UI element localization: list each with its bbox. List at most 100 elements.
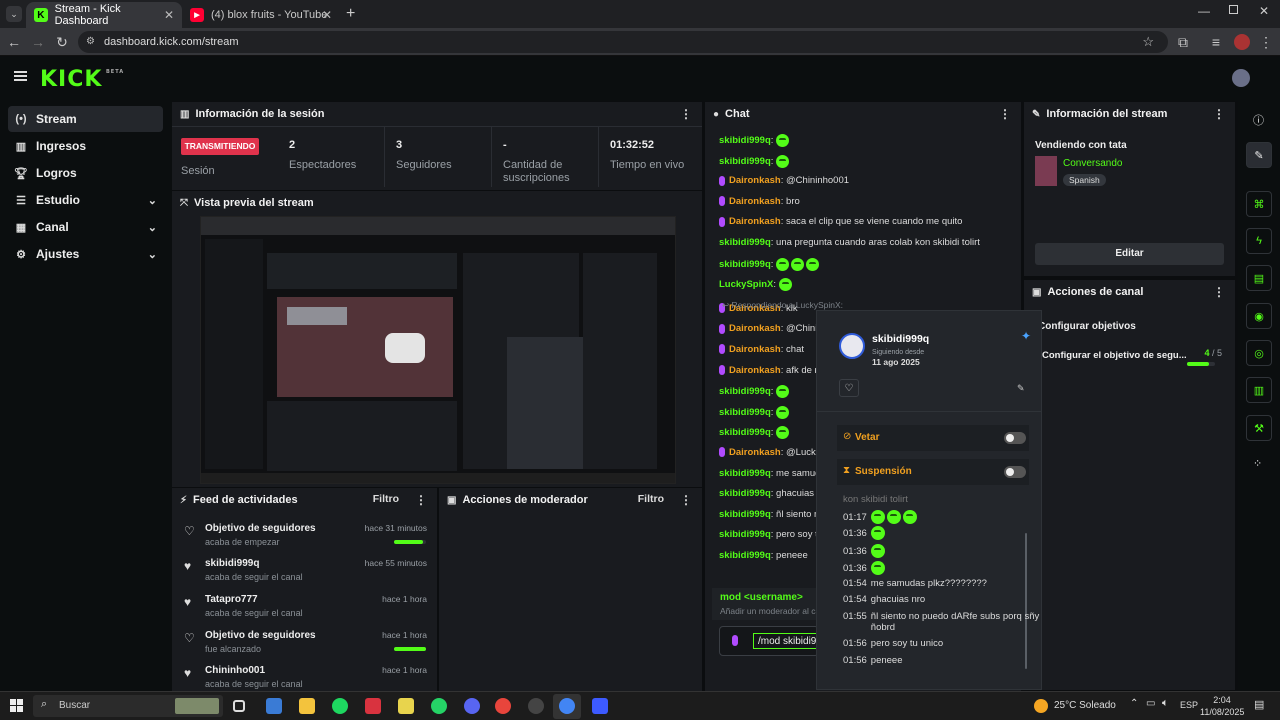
app-red-icon[interactable]	[365, 698, 381, 714]
chat-message[interactable]: Daironkash: chat	[719, 344, 804, 355]
chat-input-box[interactable]: /mod skibidi9	[719, 626, 822, 656]
chat-username[interactable]: skibidi999q	[719, 509, 771, 520]
chat-username[interactable]: skibidi999q	[719, 237, 771, 248]
timeout-toggle[interactable]	[1004, 466, 1026, 478]
heart-button[interactable]: ♡	[839, 379, 859, 397]
site-info-icon[interactable]: ⚙	[86, 31, 95, 53]
chat-message[interactable]: Daironkash: saca el clip que se viene cu…	[719, 216, 962, 227]
tab-youtube[interactable]: ▶ (4) blox fruits - YouTube ✕	[182, 2, 340, 28]
clock-date[interactable]: 11/08/2025	[1200, 707, 1244, 717]
chat-message[interactable]: Daironkash: bro	[719, 196, 800, 207]
chat-username[interactable]: skibidi999q	[719, 488, 771, 499]
chat-username[interactable]: Daironkash	[729, 365, 781, 376]
notifications-icon[interactable]: ▤	[1254, 698, 1264, 711]
tab-list-button[interactable]: ⌄	[6, 6, 22, 22]
filter-button[interactable]: Filtro	[638, 493, 664, 505]
sidebar-item-logros[interactable]: 🏆︎ Logros	[8, 160, 163, 186]
sidebar-item-ajustes[interactable]: ⚙ Ajustes ⌄	[8, 241, 163, 267]
filter-button[interactable]: Filtro	[373, 493, 399, 505]
chat-username[interactable]: Daironkash	[729, 323, 781, 334]
chat-message[interactable]: skibidi999q:	[719, 405, 791, 419]
profile-avatar[interactable]	[1234, 34, 1250, 50]
close-window-button[interactable]: ✕	[1259, 4, 1269, 18]
command-suggestion[interactable]: mod <username> Añadir un moderador al ca…	[712, 588, 832, 620]
kick-logo[interactable]: KICK BETA	[40, 67, 123, 92]
store-icon[interactable]	[266, 698, 282, 714]
chat-message[interactable]: skibidi999q: pero soy t	[719, 529, 818, 540]
network-icon[interactable]: ▭	[1146, 698, 1155, 709]
chat-message[interactable]: skibidi999q:	[719, 154, 791, 168]
whatsapp-icon[interactable]	[431, 698, 447, 714]
chat-message[interactable]: skibidi999q:	[719, 257, 821, 271]
forward-icon[interactable]: →	[30, 34, 46, 50]
menu-icon[interactable]: ⋮	[1258, 34, 1274, 51]
chat-username[interactable]: Daironkash	[729, 344, 781, 355]
new-tab-button[interactable]: +	[346, 5, 355, 23]
taskbar-search[interactable]: ⌕ Buscar	[33, 695, 223, 717]
sidebar-item-stream[interactable]: (•) Stream	[8, 106, 163, 132]
layout-icon[interactable]: ▥	[1246, 377, 1272, 403]
file-explorer-icon[interactable]	[299, 698, 315, 714]
reload-icon[interactable]: ↻	[54, 34, 70, 51]
more-options-icon[interactable]: ⋮	[1213, 107, 1225, 121]
edit-pencil-icon[interactable]: ✎	[1017, 383, 1025, 394]
chat-message[interactable]: Daironkash: afk de r	[719, 365, 818, 376]
bookmark-star-icon[interactable]: ☆	[1142, 31, 1154, 53]
chrome-active-icon[interactable]	[559, 698, 575, 714]
goal-row[interactable]: Configurar el objetivo de segu... 4 / 5	[1042, 348, 1222, 370]
chat-message[interactable]: skibidi999q:	[719, 134, 791, 147]
spotify-icon[interactable]	[332, 698, 348, 714]
chat-username[interactable]: skibidi999q	[719, 407, 771, 418]
chat-username[interactable]: Daironkash	[729, 196, 781, 207]
chat-message[interactable]: LuckySpinX:	[719, 278, 794, 292]
chat-username[interactable]: skibidi999q	[719, 135, 771, 146]
user-avatar[interactable]	[1232, 69, 1250, 87]
chat-username[interactable]: skibidi999q	[719, 529, 771, 540]
more-options-icon[interactable]: ⋮	[999, 107, 1011, 121]
chat-username[interactable]: skibidi999q	[719, 427, 771, 438]
chat-icon[interactable]: ◉	[1246, 303, 1272, 329]
chat-message[interactable]: Daironkash: @Chini	[719, 323, 817, 334]
chat-message[interactable]: skibidi999q: ñl siento n	[719, 509, 819, 520]
clip-icon[interactable]: ⌘	[1246, 191, 1272, 217]
app-blue-icon[interactable]	[592, 698, 608, 714]
chat-username[interactable]: skibidi999q	[719, 156, 771, 167]
chat-username[interactable]: skibidi999q	[719, 386, 771, 397]
clock-time[interactable]: 2:04	[1206, 695, 1238, 705]
configure-goals[interactable]: Configurar objetivos	[1038, 321, 1136, 332]
more-options-icon[interactable]: ⋮	[415, 493, 427, 507]
chat-username[interactable]: Daironkash	[729, 447, 781, 458]
notes-icon[interactable]	[398, 698, 414, 714]
sidebar-item-canal[interactable]: ▦ Canal ⌄	[8, 214, 163, 240]
info-icon[interactable]: ⓘ	[1253, 112, 1264, 128]
edit-button[interactable]: Editar	[1035, 243, 1224, 265]
broadcast-icon[interactable]: ◎	[1246, 340, 1272, 366]
chat-username[interactable]: skibidi999q	[719, 550, 771, 561]
chat-message[interactable]: skibidi999q: me samud	[719, 468, 820, 479]
media-icon[interactable]: ≡	[1208, 34, 1224, 50]
more-options-icon[interactable]: ⋮	[680, 107, 692, 121]
sidebar-item-estudio[interactable]: ☰ Estudio ⌄	[8, 187, 163, 213]
bolt-icon[interactable]: ϟ	[1246, 228, 1272, 254]
close-icon[interactable]: ✕	[164, 8, 174, 22]
document-icon[interactable]: ▤	[1246, 265, 1272, 291]
windows-start-icon[interactable]	[10, 699, 23, 712]
pin-icon[interactable]: ✦	[1021, 329, 1031, 343]
chat-message[interactable]: skibidi999q: ghacuias r	[719, 488, 820, 499]
weather-text[interactable]: 25°C Soleado	[1054, 700, 1116, 711]
sidebar-item-ingresos[interactable]: ▥ Ingresos	[8, 133, 163, 159]
close-icon[interactable]: ✕	[322, 8, 332, 22]
category-name[interactable]: Conversando	[1063, 158, 1122, 169]
chat-username[interactable]: Daironkash	[729, 216, 781, 227]
steam-icon[interactable]	[528, 698, 544, 714]
minimize-button[interactable]: —	[1198, 4, 1210, 18]
restore-button[interactable]	[1229, 5, 1238, 14]
tab-kick-dashboard[interactable]: K Stream - Kick Dashboard ✕	[26, 2, 182, 28]
hamburger-icon[interactable]	[14, 71, 27, 81]
chat-message[interactable]: skibidi999q: peneee	[719, 550, 808, 561]
more-options-icon[interactable]: ⋮	[1213, 285, 1225, 299]
chat-username[interactable]: LuckySpinX	[719, 279, 773, 290]
wrench-icon[interactable]: ⚒	[1246, 415, 1272, 441]
discord-icon[interactable]	[464, 698, 480, 714]
chat-username[interactable]: Daironkash	[729, 175, 781, 186]
